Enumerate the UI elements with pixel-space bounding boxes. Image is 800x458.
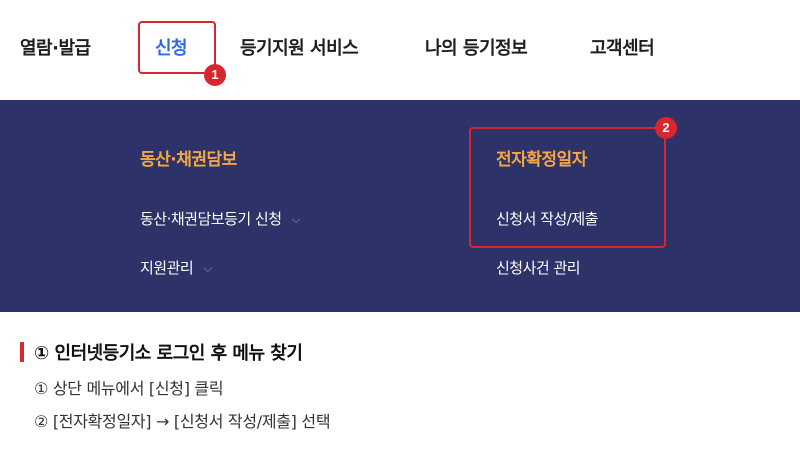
mega-link-case-management[interactable]: 신청사건 관리 [496,257,581,278]
mega-link-support-management[interactable]: 지원관리 ⌵ [140,257,212,278]
nav-item-customer-center[interactable]: 고객센터 [590,34,655,60]
nav-item-view-issue[interactable]: 열람·발급 [20,34,91,60]
chevron-down-icon: ⌵ [291,212,301,226]
highlight-box-apply [138,21,216,74]
step-badge-1: 1 [204,64,226,86]
mega-link-movable-bond-registration[interactable]: 동산·채권담보등기 신청 ⌵ [140,208,301,229]
guide-title: ① 인터넷등기소 로그인 후 메뉴 찾기 [34,343,303,364]
top-navigation: 열람·발급 신청 등기지원 서비스 나의 등기정보 고객센터 1 [0,0,800,100]
mega-menu-panel: 동산·채권담보 동산·채권담보등기 신청 ⌵ 지원관리 ⌵ 전자확정일자 신청서 작… [0,100,800,312]
nav-item-my-registry[interactable]: 나의 등기정보 [425,34,528,60]
guide-step-1: ① 상단 메뉴에서 [신청] 클릭 [34,379,224,398]
mega-link-label: 지원관리 [140,259,194,277]
mega-heading-movable-bond: 동산·채권담보 [140,150,237,170]
guide-step-2: ② [전자확정일자] → [신청서 작성/제출] 선택 [34,412,331,431]
chevron-down-icon: ⌵ [203,261,212,275]
guide-accent-bar [20,342,24,362]
nav-item-registry-support[interactable]: 등기지원 서비스 [240,34,359,60]
mega-link-label: 동산·채권담보등기 신청 [140,210,282,228]
highlight-box-electronic-date [469,127,666,248]
step-badge-2: 2 [655,117,677,139]
